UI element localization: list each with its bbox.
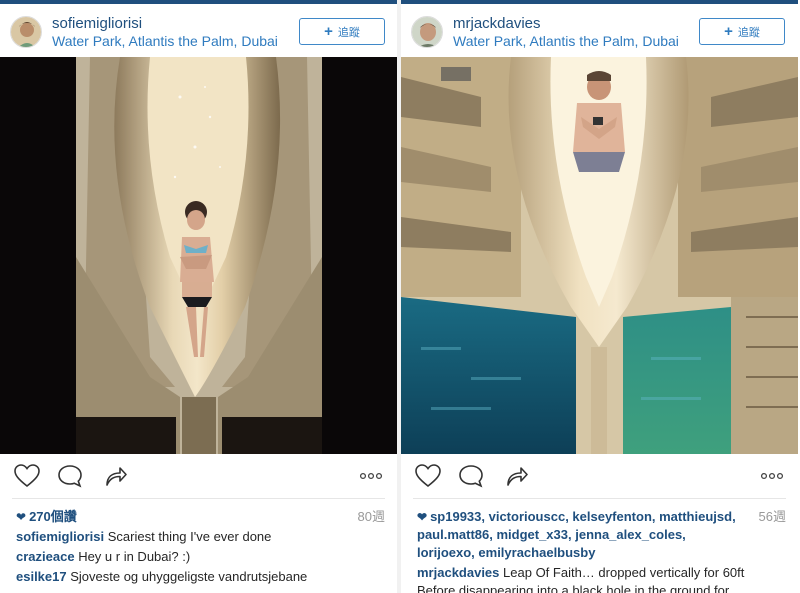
list-item: esilke17 Sjoveste og uhyggeligste vandru… [16, 568, 385, 586]
comment-bubble-icon[interactable] [57, 464, 83, 493]
timestamp: 80週 [357, 509, 385, 524]
list-item: crazieace Hey u r in Dubai? :) [16, 548, 385, 566]
username-link[interactable]: sofiemigliorisi [52, 15, 142, 32]
comment-text: Hey u r in Dubai? :) [78, 549, 191, 564]
heart-icon: ❤ [417, 510, 428, 524]
comment-username[interactable]: esilke17 [16, 569, 67, 584]
likers-list[interactable]: ❤ sp19933, victoriouscc, kelseyfenton, ma… [417, 508, 786, 562]
post-card-2: mrjackdavies Water Park, Atlantis the Pa… [401, 0, 798, 593]
comment-text: Scariest thing I've ever done [107, 529, 272, 544]
caption-username[interactable]: mrjackdavies [417, 565, 499, 580]
follow-button[interactable]: + 追蹤 [699, 18, 785, 45]
heart-icon[interactable] [415, 464, 441, 493]
caption: mrjackdavies Leap Of Faith… dropped vert… [417, 564, 786, 593]
comment-username[interactable]: sofiemigliorisi [16, 529, 104, 544]
more-options-icon[interactable] [359, 467, 383, 485]
post-header: sofiemigliorisi Water Park, Atlantis the… [0, 4, 397, 58]
share-arrow-icon[interactable] [104, 464, 128, 493]
plus-icon: + [324, 23, 333, 40]
heart-icon: ❤ [16, 510, 27, 524]
timestamp: 56週 [758, 509, 786, 524]
avatar[interactable] [411, 16, 443, 48]
follow-button[interactable]: + 追蹤 [299, 18, 385, 45]
likers-names[interactable]: sp19933, victoriouscc, kelseyfenton, mat… [417, 509, 736, 560]
divider [12, 498, 385, 499]
comment-username[interactable]: crazieace [16, 549, 75, 564]
follow-label: 追蹤 [337, 26, 360, 39]
location-link[interactable]: Water Park, Atlantis the Palm, Dubai [453, 33, 679, 49]
post-header: mrjackdavies Water Park, Atlantis the Pa… [401, 4, 798, 58]
post-meta: ❤ 270個讚 80週 sofiemigliorisi Scariest thi… [16, 508, 385, 586]
avatar[interactable] [10, 16, 42, 48]
list-item: sofiemigliorisi Scariest thing I've ever… [16, 528, 385, 546]
comment-text: Sjoveste og uhyggeligste vandrutsjebane [70, 569, 308, 584]
likes-count[interactable]: 270個讚 [29, 508, 77, 526]
share-arrow-icon[interactable] [505, 464, 529, 493]
plus-icon: + [724, 23, 733, 40]
heart-icon[interactable] [14, 464, 40, 493]
more-options-icon[interactable] [760, 467, 784, 485]
username-link[interactable]: mrjackdavies [453, 15, 541, 32]
location-link[interactable]: Water Park, Atlantis the Palm, Dubai [52, 33, 278, 49]
divider [413, 498, 786, 499]
action-bar [0, 455, 397, 497]
action-bar [401, 455, 798, 497]
likes-line: ❤ sp19933, victoriouscc, kelseyfenton, ma… [417, 508, 786, 562]
post-meta: ❤ sp19933, victoriouscc, kelseyfenton, ma… [417, 508, 786, 593]
likes-line: ❤ 270個讚 80週 [16, 508, 385, 526]
comment-bubble-icon[interactable] [458, 464, 484, 493]
post-photo[interactable] [0, 57, 397, 454]
post-card-1: sofiemigliorisi Water Park, Atlantis the… [0, 0, 397, 593]
follow-label: 追蹤 [737, 26, 760, 39]
post-photo[interactable] [401, 57, 798, 454]
